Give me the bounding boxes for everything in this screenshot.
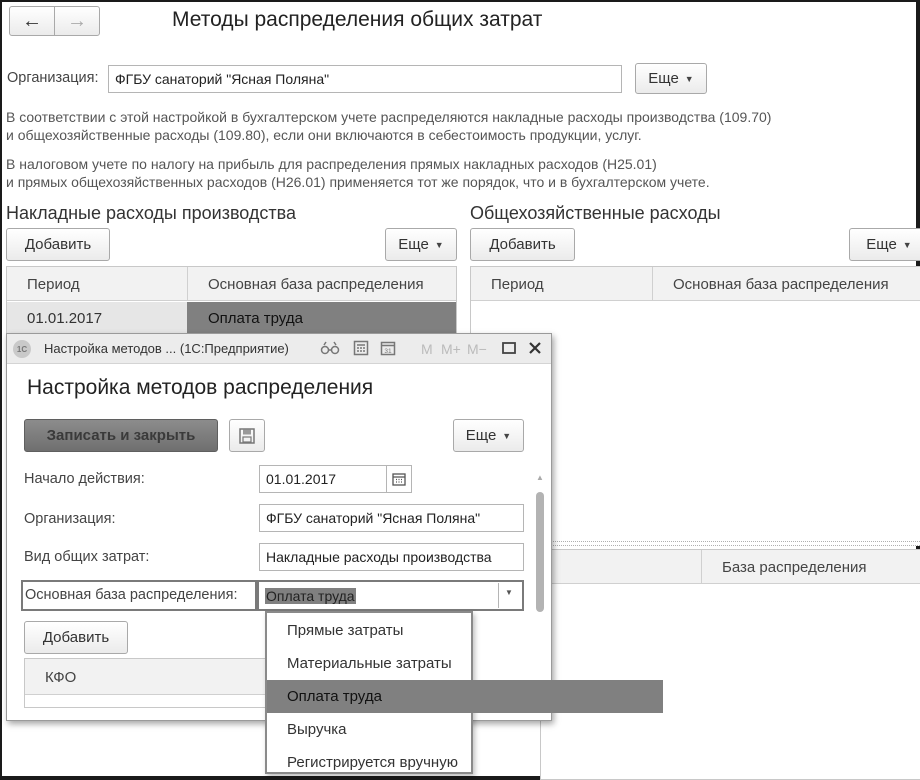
chevron-down-icon: ▼ xyxy=(502,430,512,441)
kfo-table: КФО xyxy=(24,658,267,708)
org-label: Организация: xyxy=(7,70,99,86)
arrow-left-icon: ← xyxy=(22,9,42,32)
arrow-right-icon: → xyxy=(67,9,87,32)
more-label: Еще xyxy=(465,427,497,444)
dialog-window-title: Настройка методов ... (1С:Предприятие) xyxy=(44,341,289,356)
dropdown-item-manual[interactable]: Регистрируется вручную xyxy=(267,746,471,779)
column-separator xyxy=(652,267,653,301)
calendar-icon xyxy=(392,473,406,486)
column-header-distribution-base[interactable]: База распределения xyxy=(722,550,867,584)
app-logo-icon: 1С xyxy=(13,340,31,358)
column-header-base[interactable]: Основная база распределения xyxy=(208,267,424,301)
dialog-org-field[interactable]: ФГБУ санаторий "Ясная Поляна" xyxy=(259,504,524,532)
cost-type-field[interactable]: Накладные расходы производства xyxy=(259,543,524,571)
splitter[interactable] xyxy=(540,541,920,546)
chevron-down-icon: ▼ xyxy=(684,73,694,84)
org-field[interactable]: ФГБУ санаторий "Ясная Поляна" xyxy=(108,65,622,93)
save-button[interactable] xyxy=(229,419,265,452)
lower-right-table: База распределения xyxy=(540,549,920,780)
calculator-icon[interactable] xyxy=(353,340,369,359)
column-separator xyxy=(187,267,188,301)
app-logo-text: 1С xyxy=(16,344,28,354)
left-add-button[interactable]: Добавить xyxy=(6,228,110,261)
chevron-down-icon[interactable]: ▼ xyxy=(505,588,513,597)
row-base-cell[interactable]: Оплата труда xyxy=(187,302,456,336)
page-title: Методы распределения общих затрат xyxy=(172,8,543,31)
forward-button[interactable]: → xyxy=(54,6,100,36)
base-dropdown-list: Прямые затраты Материальные затраты Опла… xyxy=(265,611,663,774)
dialog-add-button[interactable]: Добавить xyxy=(24,621,128,654)
more-label: Еще xyxy=(398,236,429,253)
more-label: Еще xyxy=(648,70,679,87)
dialog-more-button[interactable]: Еще ▼ xyxy=(453,419,524,452)
start-date-label: Начало действия: xyxy=(24,471,145,487)
svg-text:31: 31 xyxy=(384,348,392,355)
calendar-icon[interactable]: 31 xyxy=(380,340,396,359)
dialog-titlebar[interactable]: 1С Настройка методов ... (1С:Предприятие… xyxy=(7,334,551,364)
info-line-1: В соответствии с этой настройкой в бухга… xyxy=(6,109,772,125)
memory-plus-button[interactable]: M+ xyxy=(441,341,461,357)
dropdown-item-direct-costs[interactable]: Прямые затраты xyxy=(267,614,471,647)
row-base: Оплата труда xyxy=(208,310,303,327)
memory-m-button[interactable]: M xyxy=(421,341,433,357)
info-line-3: В налоговом учете по налогу на прибыль д… xyxy=(6,156,657,172)
scroll-up-icon[interactable]: ▲ xyxy=(536,473,544,482)
row-period-cell[interactable]: 01.01.2017 xyxy=(7,302,187,336)
floppy-disk-icon xyxy=(239,427,255,444)
base-select[interactable]: Оплата труда xyxy=(257,580,524,611)
maximize-icon[interactable] xyxy=(501,340,517,359)
back-button[interactable]: ← xyxy=(9,6,55,36)
dropdown-item-revenue[interactable]: Выручка xyxy=(267,713,471,746)
start-date-field[interactable]: 01.01.2017 xyxy=(259,465,387,493)
cost-type-label: Вид общих затрат: xyxy=(24,549,150,565)
dropdown-item-labor-pay[interactable]: Оплата труда xyxy=(267,680,663,713)
row-period: 01.01.2017 xyxy=(27,310,103,327)
info-line-4: и прямых общехозяйственных расходов (Н26… xyxy=(6,174,710,190)
base-select-value: Оплата труда xyxy=(265,587,356,604)
close-icon[interactable] xyxy=(527,340,543,359)
chevron-down-icon: ▼ xyxy=(434,239,444,250)
more-button-top[interactable]: Еще ▼ xyxy=(635,63,707,94)
base-select-divider xyxy=(498,583,499,608)
lower-right-table-header: База распределения xyxy=(541,550,920,584)
dialog-org-label: Организация: xyxy=(24,511,116,527)
left-table-header: Период Основная база распределения xyxy=(7,267,456,301)
info-line-2: и общехозяйственные расходы (109.80), ес… xyxy=(6,127,642,143)
right-add-button[interactable]: Добавить xyxy=(470,228,575,261)
more-label: Еще xyxy=(866,236,897,253)
left-more-button[interactable]: Еще ▼ xyxy=(385,228,457,261)
dialog-scrollbar-thumb[interactable] xyxy=(536,492,544,612)
column-separator xyxy=(701,550,702,584)
memory-minus-button[interactable]: M− xyxy=(467,341,487,357)
chevron-down-icon: ▼ xyxy=(902,239,912,250)
dropdown-item-material-costs[interactable]: Материальные затраты xyxy=(267,647,471,680)
column-header-period[interactable]: Период xyxy=(27,267,80,301)
base-label: Основная база распределения: xyxy=(25,587,238,603)
calendar-picker-button[interactable] xyxy=(386,465,412,493)
column-header-base[interactable]: Основная база распределения xyxy=(673,267,889,301)
save-and-close-button[interactable]: Записать и закрыть xyxy=(24,419,218,452)
left-section-title: Накладные расходы производства xyxy=(6,203,297,223)
dialog-heading: Настройка методов распределения xyxy=(27,376,374,399)
column-header-period[interactable]: Период xyxy=(491,267,544,301)
table-row[interactable]: 01.01.2017 Оплата труда xyxy=(7,302,456,336)
link-icon[interactable] xyxy=(320,340,340,359)
right-more-button[interactable]: Еще ▼ xyxy=(849,228,920,261)
column-header-kfo[interactable]: КФО xyxy=(45,659,76,695)
kfo-table-header: КФО xyxy=(25,659,266,695)
right-section-title: Общехозяйственные расходы xyxy=(470,203,721,223)
right-table-header: Период Основная база распределения xyxy=(471,267,920,301)
